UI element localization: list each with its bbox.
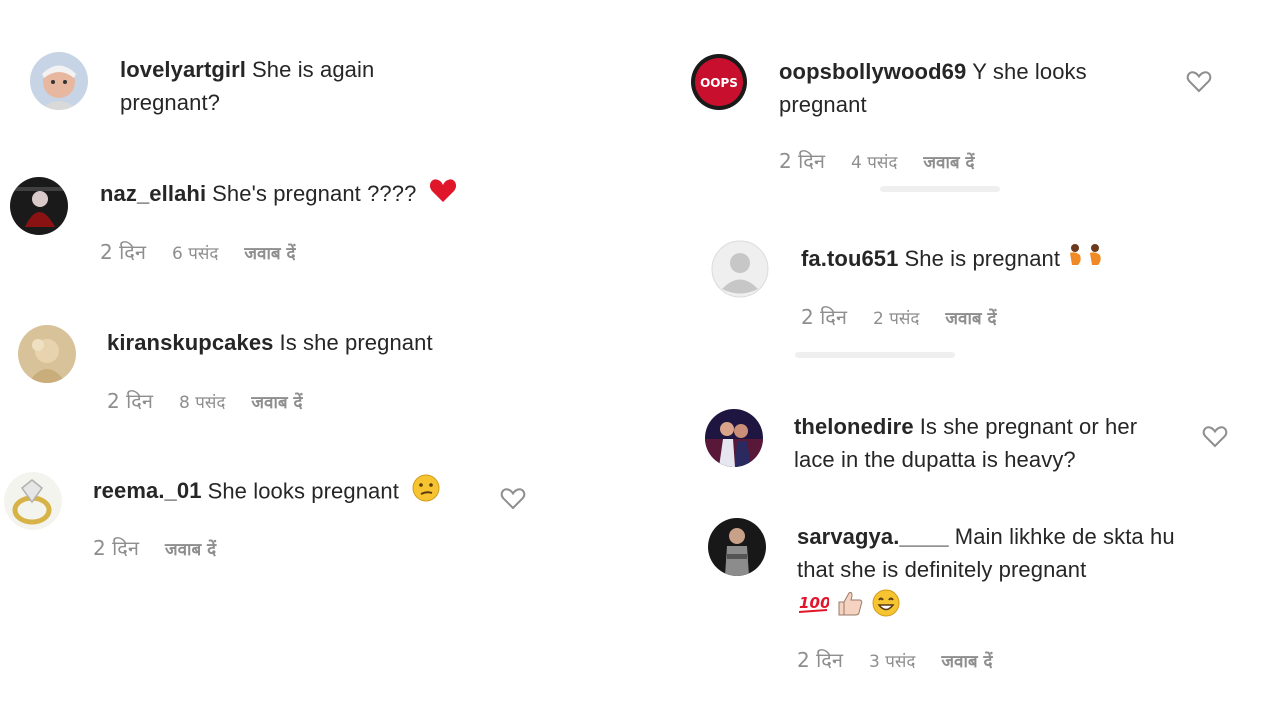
timestamp: 2 दिन bbox=[797, 648, 843, 672]
avatar[interactable] bbox=[708, 518, 766, 576]
thumbs-up-icon bbox=[835, 589, 865, 626]
timestamp: 2 दिन bbox=[100, 240, 146, 264]
reply-button[interactable]: जवाब दें bbox=[923, 153, 974, 173]
like-count[interactable]: 2 पसंद bbox=[873, 309, 919, 329]
grinning-face-icon bbox=[871, 588, 901, 627]
comment-text: kiranskupcakes Is she pregnant bbox=[107, 326, 527, 359]
pregnant-woman-icon bbox=[1066, 243, 1106, 278]
avatar[interactable] bbox=[705, 409, 763, 467]
comment-meta: 2 दिन 8 पसंद जवाब दें bbox=[107, 387, 329, 414]
heart-icon[interactable] bbox=[1202, 425, 1228, 449]
red-heart-icon bbox=[429, 178, 457, 213]
like-count[interactable]: 3 पसंद bbox=[869, 652, 915, 672]
comment-meta: 2 दिन 2 पसंद जवाब दें bbox=[801, 303, 1023, 330]
like-count[interactable]: 4 पसंद bbox=[851, 153, 897, 173]
comment-meta: 2 दिन जवाब दें bbox=[93, 534, 242, 561]
heart-icon[interactable] bbox=[1186, 70, 1212, 94]
comment-text: lovelyartgirl She is again pregnant? bbox=[120, 53, 440, 119]
reply-button[interactable]: जवाब दें bbox=[941, 652, 992, 672]
comment-text: reema._01 She looks pregnant bbox=[93, 473, 493, 512]
timestamp: 2 दिन bbox=[801, 305, 847, 329]
username[interactable]: thelonedire bbox=[794, 414, 914, 439]
comment-body: She looks pregnant bbox=[207, 478, 399, 504]
username[interactable]: sarvagya.____ bbox=[797, 524, 949, 549]
timestamp: 2 दिन bbox=[93, 536, 139, 560]
avatar[interactable] bbox=[30, 52, 88, 110]
comment-meta: 2 दिन 6 पसंद जवाब दें bbox=[100, 238, 322, 265]
username[interactable]: naz_ellahi bbox=[100, 181, 206, 206]
avatar[interactable] bbox=[18, 325, 76, 383]
oops-logo-text: OOPS bbox=[700, 76, 738, 90]
avatar[interactable]: OOPS bbox=[690, 53, 748, 111]
comment-body: Is she pregnant bbox=[279, 330, 433, 355]
hundred-points-icon: 100 bbox=[797, 590, 831, 625]
comment-meta: 2 दिन 3 पसंद जवाब दें bbox=[797, 646, 1019, 673]
username[interactable]: lovelyartgirl bbox=[120, 57, 246, 82]
username[interactable]: reema._01 bbox=[93, 478, 202, 503]
heart-icon[interactable] bbox=[500, 487, 526, 511]
timestamp: 2 दिन bbox=[107, 389, 153, 413]
comment-text: fa.tou651 She is pregnant bbox=[801, 242, 1201, 278]
comment-text: oopsbollywood69 Y she looks pregnant bbox=[779, 55, 1139, 121]
reply-button[interactable]: जवाब दें bbox=[945, 309, 996, 329]
divider bbox=[880, 186, 1000, 192]
username[interactable]: oopsbollywood69 bbox=[779, 59, 966, 84]
emoji-row: 100 bbox=[797, 588, 1182, 627]
comment-text: naz_ellahi She's pregnant ???? bbox=[100, 177, 520, 213]
divider bbox=[795, 352, 955, 358]
like-count[interactable]: 6 पसंद bbox=[172, 244, 218, 264]
avatar[interactable] bbox=[711, 240, 769, 298]
username[interactable]: fa.tou651 bbox=[801, 246, 898, 271]
timestamp: 2 दिन bbox=[779, 149, 825, 173]
username[interactable]: kiranskupcakes bbox=[107, 330, 274, 355]
reply-button[interactable]: जवाब दें bbox=[165, 540, 216, 560]
reply-button[interactable]: जवाब दें bbox=[251, 393, 302, 413]
avatar[interactable] bbox=[4, 472, 62, 530]
like-count[interactable]: 8 पसंद bbox=[179, 393, 225, 413]
avatar[interactable] bbox=[10, 177, 68, 235]
comment-text: sarvagya.____ Main likhke de skta hu that… bbox=[797, 520, 1182, 627]
comment-body: She's pregnant ???? bbox=[212, 181, 417, 206]
confused-face-icon bbox=[411, 473, 441, 512]
reply-button[interactable]: जवाब दें bbox=[244, 244, 295, 264]
comment-body: She is pregnant bbox=[904, 246, 1061, 271]
comment-text: thelonedire Is she pregnant or her lace i… bbox=[794, 410, 1174, 476]
comment-meta: 2 दिन 4 पसंद जवाब दें bbox=[779, 147, 1001, 174]
